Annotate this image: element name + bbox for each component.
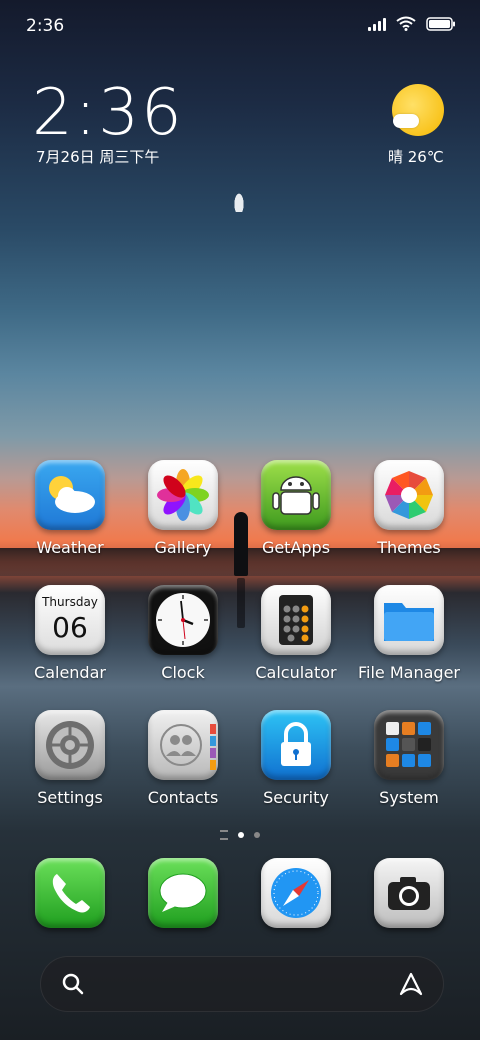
app-weather[interactable]: Weather <box>15 460 125 557</box>
folder-icon <box>374 585 444 655</box>
app-label: Weather <box>36 538 104 557</box>
message-bubble-icon <box>148 858 218 928</box>
app-label: Settings <box>37 788 103 807</box>
gallery-flower-icon <box>148 460 218 530</box>
moon-decoration <box>231 186 247 212</box>
weather-app-icon <box>35 460 105 530</box>
battery-icon <box>426 16 455 31</box>
app-file-manager[interactable]: File Manager <box>354 585 464 682</box>
status-time: 2:36 <box>26 16 65 36</box>
contacts-book-icon <box>148 710 218 780</box>
app-security[interactable]: Security <box>241 710 351 807</box>
app-label: Calendar <box>34 663 106 682</box>
calendar-day: 06 <box>52 611 88 644</box>
status-icons <box>368 16 456 31</box>
status-bar: 2:36 <box>0 0 480 50</box>
app-label: GetApps <box>261 538 331 557</box>
app-gallery[interactable]: Gallery <box>128 460 238 557</box>
app-label: Gallery <box>154 538 212 557</box>
app-themes[interactable]: Themes <box>354 460 464 557</box>
weather-widget-text[interactable]: 晴 26℃ <box>388 146 444 167</box>
clock-widget-date[interactable]: 7月26日 周三下午 <box>36 146 159 167</box>
app-label: Themes <box>377 538 441 557</box>
clock-face-icon <box>148 585 218 655</box>
dock-messages[interactable] <box>128 858 238 928</box>
android-robot-icon <box>261 460 331 530</box>
page-dot <box>254 832 260 838</box>
compass-icon <box>261 858 331 928</box>
calendar-icon: Thursday 06 <box>35 585 105 655</box>
app-label: System <box>379 788 439 807</box>
app-label: Security <box>263 788 329 807</box>
app-contacts[interactable]: Contacts <box>128 710 238 807</box>
app-label: Calculator <box>255 663 337 682</box>
app-label: File Manager <box>358 663 460 682</box>
app-calendar[interactable]: Thursday 06 Calendar <box>15 585 125 682</box>
themes-palette-icon <box>374 460 444 530</box>
app-settings[interactable]: Settings <box>15 710 125 807</box>
assistant-icon[interactable] <box>397 970 425 998</box>
clock-widget-time[interactable]: 2:36 <box>32 76 184 150</box>
app-getapps[interactable]: GetApps <box>241 460 351 557</box>
calendar-weekday: Thursday <box>42 595 98 609</box>
cloud-icon <box>393 114 419 128</box>
lock-icon <box>261 710 331 780</box>
dock-browser[interactable] <box>241 858 351 928</box>
search-bar[interactable] <box>40 956 444 1012</box>
app-calculator[interactable]: Calculator <box>241 585 351 682</box>
dock-phone[interactable] <box>15 858 125 928</box>
search-icon[interactable] <box>61 972 85 996</box>
signal-icon <box>368 17 386 31</box>
menu-lines-icon <box>220 830 228 840</box>
dock-camera[interactable] <box>354 858 464 928</box>
phone-icon <box>35 858 105 928</box>
app-system-folder[interactable]: System <box>354 710 464 807</box>
app-label: Clock <box>161 663 205 682</box>
app-clock[interactable]: Clock <box>128 585 238 682</box>
sun-icon[interactable] <box>392 84 444 136</box>
app-label: Contacts <box>147 788 219 807</box>
folder-grid-icon <box>374 710 444 780</box>
page-dot-active <box>238 832 244 838</box>
camera-icon <box>374 858 444 928</box>
wifi-icon <box>396 16 416 31</box>
calculator-icon <box>261 585 331 655</box>
gear-icon <box>35 710 105 780</box>
page-indicator[interactable] <box>0 830 480 840</box>
